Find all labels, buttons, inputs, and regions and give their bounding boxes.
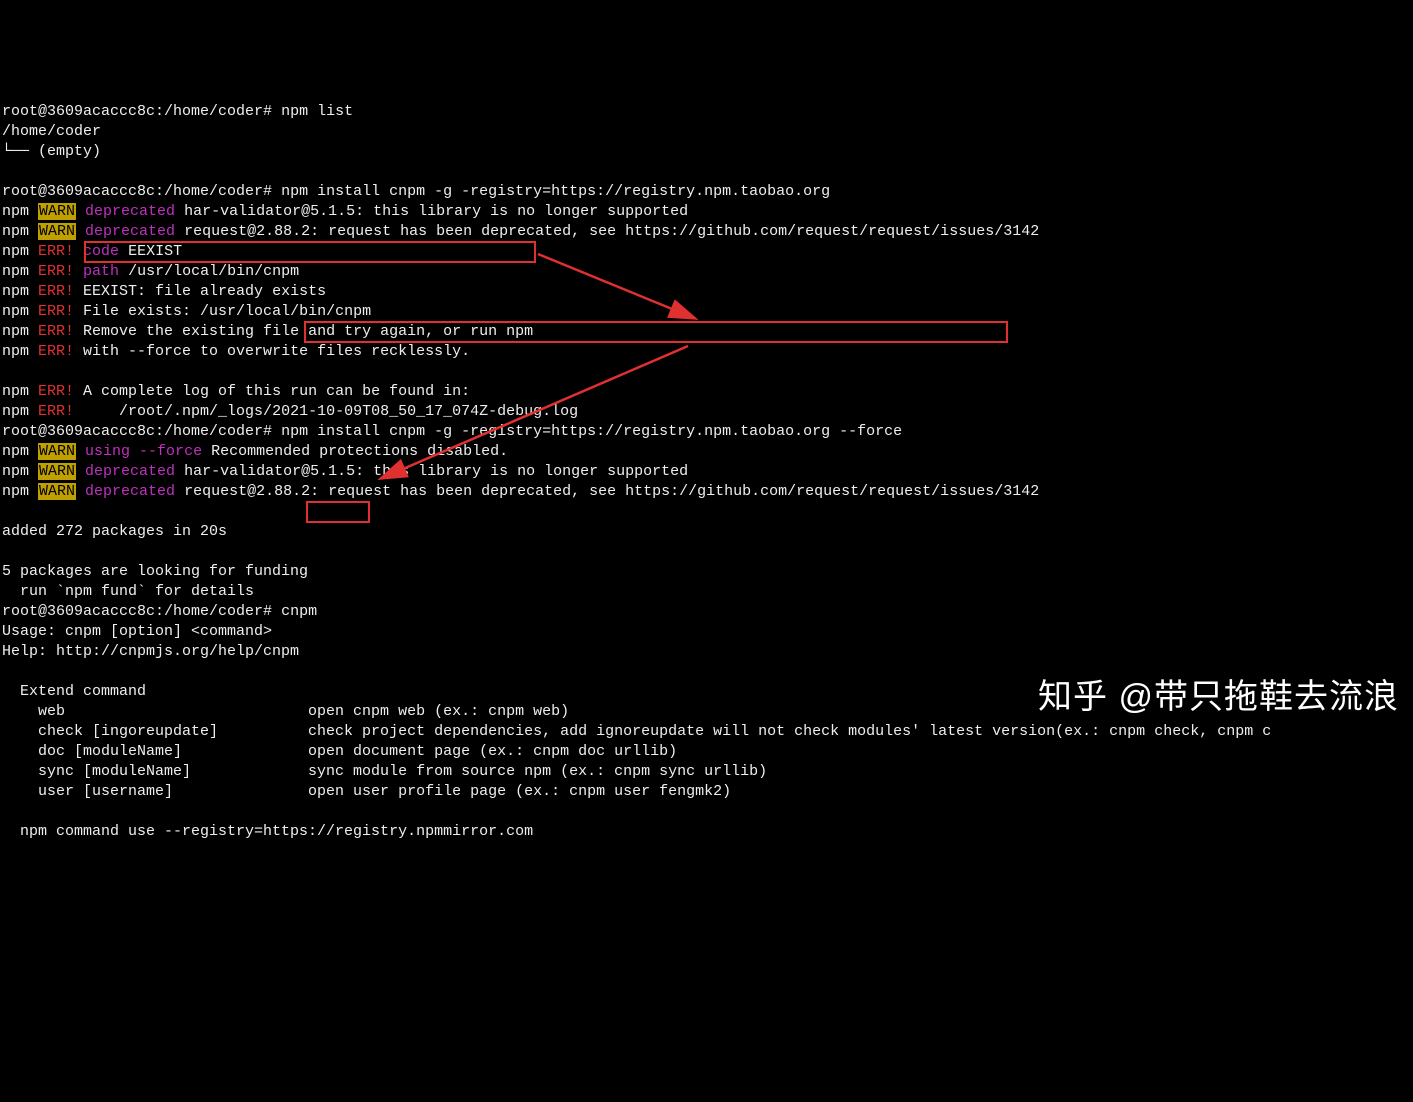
err-text: /root/.npm/_logs/2021-10-09T08_50_17_074… bbox=[74, 403, 578, 420]
err-badge: ERR! bbox=[38, 243, 74, 260]
warn-badge: WARN bbox=[38, 443, 76, 460]
output-line: added 272 packages in 20s bbox=[2, 523, 227, 540]
warn-badge: WARN bbox=[38, 463, 76, 480]
output-line: web open cnpm web (ex.: cnpm web) bbox=[2, 703, 569, 720]
npm-prefix: npm bbox=[2, 303, 38, 320]
deprecated-label: deprecated bbox=[85, 463, 175, 480]
prompt: root@3609acaccc8c:/home/coder# bbox=[2, 423, 272, 440]
err-badge: ERR! bbox=[38, 343, 74, 360]
err-badge: ERR! bbox=[38, 283, 74, 300]
warn-text: Recommended protections disabled. bbox=[202, 443, 508, 460]
output-line: run `npm fund` for details bbox=[2, 583, 254, 600]
warn-text: request@2.88.2: request has been depreca… bbox=[175, 223, 1039, 240]
code-label: code bbox=[83, 243, 119, 260]
terminal-output: root@3609acaccc8c:/home/coder# npm list … bbox=[0, 80, 1413, 842]
output-line: 5 packages are looking for funding bbox=[2, 563, 308, 580]
output-line: /home/coder bbox=[2, 123, 101, 140]
warn-text: har-validator@5.1.5: this library is no … bbox=[175, 203, 688, 220]
output-line: └── (empty) bbox=[2, 143, 101, 160]
code-value: EEXIST bbox=[119, 243, 182, 260]
npm-prefix: npm bbox=[2, 323, 38, 340]
err-badge: ERR! bbox=[38, 303, 74, 320]
npm-prefix: npm bbox=[2, 283, 38, 300]
warn-badge: WARN bbox=[38, 203, 76, 220]
err-text: with --force to overwrite files reckless… bbox=[74, 343, 470, 360]
output-line: sync [moduleName] sync module from sourc… bbox=[2, 763, 767, 780]
err-badge: ERR! bbox=[38, 323, 74, 340]
command-npm-install-force: npm install cnpm -g -registry=https://re… bbox=[281, 423, 902, 440]
deprecated-label: deprecated bbox=[85, 203, 175, 220]
path-value: /usr/local/bin/cnpm bbox=[119, 263, 299, 280]
npm-prefix: npm bbox=[2, 383, 38, 400]
deprecated-label: deprecated bbox=[85, 223, 175, 240]
command-cnpm: cnpm bbox=[281, 603, 317, 620]
npm-prefix: npm bbox=[2, 443, 38, 460]
err-badge: ERR! bbox=[38, 403, 74, 420]
err-text: Remove the existing file and try again, … bbox=[74, 323, 533, 340]
command-npm-install: npm install cnpm -g -registry=https://re… bbox=[281, 183, 830, 200]
err-badge: ERR! bbox=[38, 383, 74, 400]
command-npm-list: npm list bbox=[281, 103, 353, 120]
output-line: doc [moduleName] open document page (ex.… bbox=[2, 743, 677, 760]
path-label: path bbox=[83, 263, 119, 280]
output-line: Extend command bbox=[2, 683, 146, 700]
warn-badge: WARN bbox=[38, 483, 76, 500]
npm-prefix: npm bbox=[2, 343, 38, 360]
output-line: check [ingoreupdate] check project depen… bbox=[2, 723, 1271, 740]
npm-prefix: npm bbox=[2, 483, 38, 500]
npm-prefix: npm bbox=[2, 463, 38, 480]
output-line: Usage: cnpm [option] <command> bbox=[2, 623, 272, 640]
output-line: user [username] open user profile page (… bbox=[2, 783, 731, 800]
warn-text: har-validator@5.1.5: this library is no … bbox=[175, 463, 688, 480]
prompt: root@3609acaccc8c:/home/coder# bbox=[2, 183, 272, 200]
err-text: File exists: /usr/local/bin/cnpm bbox=[74, 303, 371, 320]
using-force-label: using --force bbox=[85, 443, 202, 460]
deprecated-label: deprecated bbox=[85, 483, 175, 500]
npm-prefix: npm bbox=[2, 243, 38, 260]
npm-prefix: npm bbox=[2, 223, 38, 240]
npm-prefix: npm bbox=[2, 403, 38, 420]
output-line: Help: http://cnpmjs.org/help/cnpm bbox=[2, 643, 299, 660]
output-line: npm command use --registry=https://regis… bbox=[2, 823, 533, 840]
err-text: A complete log of this run can be found … bbox=[74, 383, 470, 400]
err-badge: ERR! bbox=[38, 263, 74, 280]
npm-prefix: npm bbox=[2, 203, 38, 220]
warn-badge: WARN bbox=[38, 223, 76, 240]
warn-text: request@2.88.2: request has been depreca… bbox=[175, 483, 1039, 500]
prompt: root@3609acaccc8c:/home/coder# bbox=[2, 603, 272, 620]
err-text: EEXIST: file already exists bbox=[74, 283, 326, 300]
prompt: root@3609acaccc8c:/home/coder# bbox=[2, 103, 272, 120]
npm-prefix: npm bbox=[2, 263, 38, 280]
